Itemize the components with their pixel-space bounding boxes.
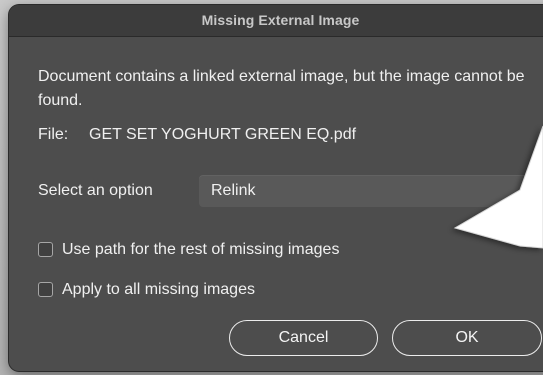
ok-button[interactable]: OK xyxy=(392,320,542,356)
dialog-titlebar: Missing External Image xyxy=(9,5,543,37)
dialog-title: Missing External Image xyxy=(201,12,360,28)
apply-all-checkbox[interactable] xyxy=(38,282,53,297)
option-select[interactable]: Relink xyxy=(199,175,543,207)
file-label: File: xyxy=(38,126,69,143)
use-path-label[interactable]: Use path for the rest of missing images xyxy=(62,238,339,262)
apply-all-label[interactable]: Apply to all missing images xyxy=(62,278,255,302)
cancel-button[interactable]: Cancel xyxy=(229,320,378,356)
select-option-label: Select an option xyxy=(38,182,153,199)
file-name: GET SET YOGHURT GREEN EQ.pdf xyxy=(89,126,357,143)
use-path-checkbox[interactable] xyxy=(38,242,53,257)
dialog-message: Document contains a linked external imag… xyxy=(38,68,525,109)
option-select-value: Relink xyxy=(211,182,256,199)
missing-image-dialog: Missing External Image Document contains… xyxy=(9,5,543,371)
